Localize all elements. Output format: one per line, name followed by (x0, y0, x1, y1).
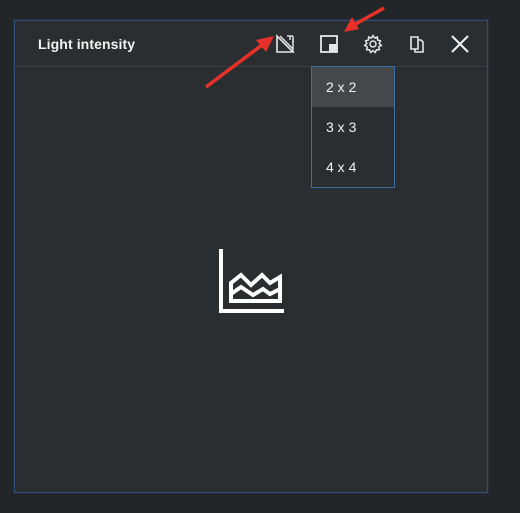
settings-button[interactable] (360, 31, 386, 57)
measure-icon (276, 34, 295, 53)
close-button[interactable] (447, 31, 473, 57)
chart-panel: Light intensity 2 x 2 3 x 3 4 x 4 (14, 20, 488, 493)
copy-button[interactable] (404, 31, 430, 57)
layout-option-2x2[interactable]: 2 x 2 (312, 67, 394, 107)
panel-title: Light intensity (38, 36, 136, 52)
measure-button[interactable] (272, 31, 298, 57)
layout-dropdown: 2 x 2 3 x 3 4 x 4 (311, 66, 395, 188)
copy-icon (410, 36, 424, 53)
layout-button[interactable] (316, 31, 342, 57)
panel-header: Light intensity (15, 21, 487, 67)
area-chart-icon (219, 249, 284, 313)
layout-icon (320, 35, 338, 53)
close-icon (451, 35, 469, 53)
gear-icon (363, 34, 383, 54)
layout-option-4x4[interactable]: 4 x 4 (312, 147, 394, 187)
layout-option-3x3[interactable]: 3 x 3 (312, 107, 394, 147)
